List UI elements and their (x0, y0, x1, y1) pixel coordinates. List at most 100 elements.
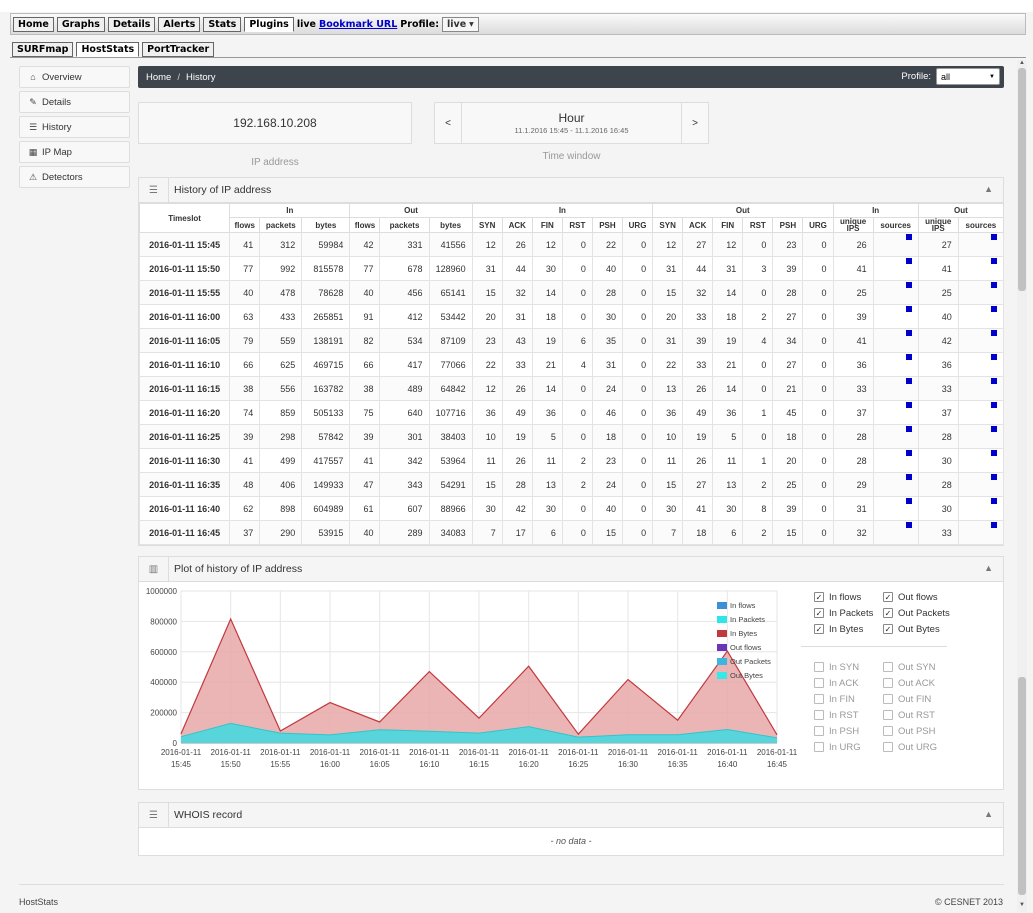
page-scrollbar[interactable]: ▲ ▼ (1017, 60, 1027, 912)
checkbox-icon[interactable] (814, 694, 824, 704)
sources-icon[interactable] (991, 305, 997, 312)
sources-out-cell[interactable] (957, 520, 1005, 545)
bookmark-url-link[interactable]: Bookmark URL (319, 19, 397, 30)
home-button[interactable]: Home (13, 16, 54, 32)
scrollbar-thumb[interactable] (1018, 68, 1026, 291)
checkbox-flag-out-5[interactable]: Out URG (883, 739, 937, 755)
checkbox-icon[interactable] (883, 710, 893, 720)
checkbox-icon[interactable] (883, 694, 893, 704)
checkbox-icon[interactable] (883, 678, 893, 688)
checkbox-icon[interactable]: ✓ (814, 608, 824, 618)
sources-icon[interactable] (905, 521, 912, 528)
sidebar-item-history[interactable]: ☰ History (19, 116, 130, 138)
sources-icon[interactable] (905, 401, 912, 408)
sources-in-cell[interactable] (872, 256, 919, 281)
sources-out-cell[interactable] (957, 496, 1005, 521)
collapse-icon[interactable]: ▲ (984, 184, 993, 194)
checkbox-flag-out-4[interactable]: Out PSH (883, 723, 937, 739)
sources-icon[interactable] (905, 425, 912, 432)
checkbox-flag-in-0[interactable]: In SYN (814, 659, 861, 675)
checkbox-in-2[interactable]: ✓ In Bytes (814, 621, 873, 637)
sources-out-cell[interactable] (957, 232, 1005, 257)
checkbox-flag-out-2[interactable]: Out FIN (883, 691, 937, 707)
sources-out-cell[interactable] (957, 352, 1005, 377)
legend-item[interactable]: Out flows (717, 640, 771, 654)
scroll-down-icon[interactable]: ▼ (1017, 902, 1027, 908)
sources-out-cell[interactable] (957, 328, 1005, 353)
checkbox-flag-out-0[interactable]: Out SYN (883, 659, 937, 675)
sources-icon[interactable] (991, 329, 997, 336)
sources-icon[interactable] (905, 377, 912, 384)
sources-in-cell[interactable] (872, 472, 919, 497)
sources-out-cell[interactable] (957, 448, 1005, 473)
sources-icon[interactable] (991, 521, 997, 528)
breadcrumb-home[interactable]: Home (146, 72, 171, 83)
sidebar-item-overview[interactable]: ⌂ Overview (19, 66, 130, 88)
graphs-button[interactable]: Graphs (56, 16, 105, 32)
checkbox-icon[interactable]: ✓ (814, 624, 824, 634)
stats-button[interactable]: Stats (203, 16, 242, 32)
checkbox-icon[interactable] (814, 662, 824, 672)
collapse-icon[interactable]: ▲ (984, 809, 993, 819)
checkbox-flag-out-3[interactable]: Out RST (883, 707, 937, 723)
tab-porttracker[interactable]: PortTracker (142, 42, 215, 57)
sources-out-cell[interactable] (957, 376, 1005, 401)
sources-icon[interactable] (991, 281, 997, 288)
checkbox-out-1[interactable]: ✓ Out Packets (883, 605, 950, 621)
sources-in-cell[interactable] (872, 328, 919, 353)
plugins-button[interactable]: Plugins (244, 16, 294, 32)
sources-icon[interactable] (991, 353, 997, 360)
sidebar-item-detectors[interactable]: ⚠ Detectors (19, 166, 130, 188)
legend-item[interactable]: Out Packets (717, 654, 771, 668)
sources-icon[interactable] (905, 305, 912, 312)
checkbox-icon[interactable] (814, 742, 824, 752)
sources-in-cell[interactable] (872, 232, 919, 257)
sources-icon[interactable] (905, 329, 912, 336)
sources-icon[interactable] (991, 257, 997, 264)
sources-icon[interactable] (991, 233, 997, 240)
sources-in-cell[interactable] (872, 496, 919, 521)
sources-icon[interactable] (905, 233, 912, 240)
tab-surfmap[interactable]: SURFmap (12, 42, 74, 57)
sources-out-cell[interactable] (957, 424, 1005, 449)
checkbox-icon[interactable]: ✓ (883, 592, 893, 602)
checkbox-out-0[interactable]: ✓ Out flows (883, 589, 950, 605)
checkbox-icon[interactable] (814, 726, 824, 736)
sources-icon[interactable] (905, 281, 912, 288)
sources-icon[interactable] (905, 473, 912, 480)
alerts-button[interactable]: Alerts (158, 16, 201, 32)
profile-select[interactable]: live ▼ (442, 16, 479, 32)
sources-in-cell[interactable] (872, 448, 919, 473)
checkbox-in-1[interactable]: ✓ In Packets (814, 605, 873, 621)
legend-item[interactable]: In Packets (717, 612, 771, 626)
sources-icon[interactable] (991, 449, 997, 456)
profile-dropdown[interactable]: all ▼ (936, 68, 1000, 85)
scroll-up-icon[interactable]: ▲ (1017, 60, 1027, 66)
sources-out-cell[interactable] (957, 280, 1005, 305)
sources-in-cell[interactable] (872, 280, 919, 305)
sources-out-cell[interactable] (957, 256, 1005, 281)
checkbox-icon[interactable] (883, 726, 893, 736)
sources-in-cell[interactable] (872, 424, 919, 449)
sources-icon[interactable] (991, 497, 997, 504)
tab-hoststats[interactable]: HostStats (76, 42, 140, 57)
details-button[interactable]: Details (107, 16, 156, 32)
sidebar-item-ip-map[interactable]: ▦ IP Map (19, 141, 130, 163)
sources-icon[interactable] (905, 497, 912, 504)
checkbox-icon[interactable] (883, 662, 893, 672)
sources-icon[interactable] (991, 401, 997, 408)
checkbox-icon[interactable]: ✓ (883, 624, 893, 634)
sources-out-cell[interactable] (957, 304, 1005, 329)
checkbox-icon[interactable]: ✓ (814, 592, 824, 602)
checkbox-flag-in-4[interactable]: In PSH (814, 723, 861, 739)
sources-in-cell[interactable] (872, 520, 919, 545)
checkbox-flag-in-3[interactable]: In RST (814, 707, 861, 723)
sources-icon[interactable] (905, 449, 912, 456)
sources-in-cell[interactable] (872, 376, 919, 401)
checkbox-icon[interactable]: ✓ (883, 608, 893, 618)
sources-out-cell[interactable] (957, 472, 1005, 497)
sources-in-cell[interactable] (872, 304, 919, 329)
sources-in-cell[interactable] (872, 352, 919, 377)
sources-in-cell[interactable] (872, 400, 919, 425)
time-window-next-button[interactable]: > (681, 103, 708, 143)
